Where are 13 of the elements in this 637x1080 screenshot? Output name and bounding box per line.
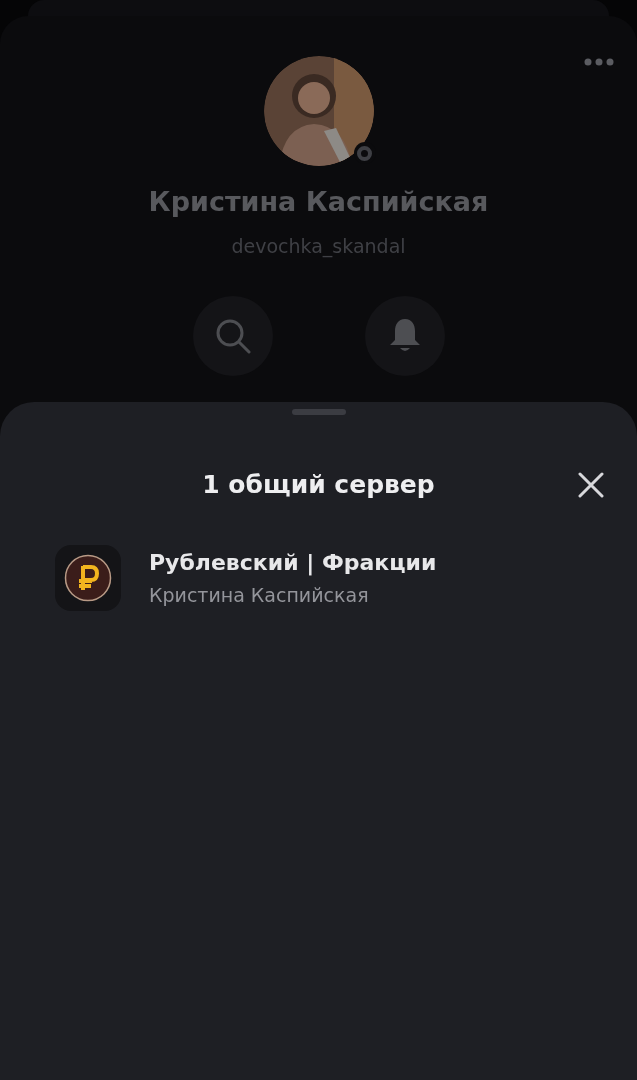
- close-icon: [578, 472, 604, 498]
- more-icon: [584, 58, 614, 66]
- sheet-title: 1 общий сервер: [202, 469, 435, 502]
- drag-handle[interactable]: [291, 409, 346, 415]
- close-button[interactable]: [577, 471, 605, 499]
- search-icon: [214, 318, 251, 354]
- server-item[interactable]: Рублевский | Фракции Кристина Каспийская: [0, 545, 637, 611]
- username: devochka_skandal: [231, 237, 406, 256]
- server-nickname: Кристина Каспийская: [149, 585, 370, 605]
- display-name: Кристина Каспийская: [148, 188, 489, 215]
- ruble-icon: [64, 554, 112, 602]
- server-name: Рублевский | Фракции: [149, 551, 437, 574]
- bell-icon: [388, 318, 421, 354]
